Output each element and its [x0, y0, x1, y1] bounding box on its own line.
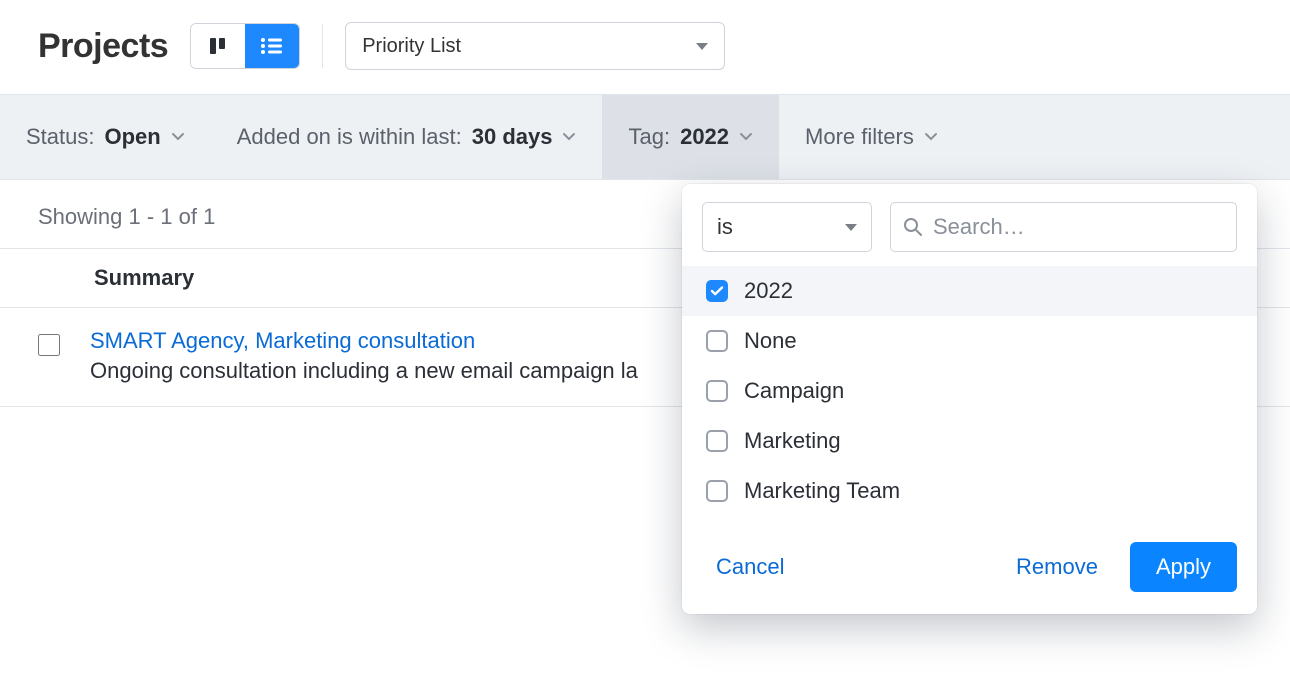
filter-added-label: Added on is within last: — [237, 124, 462, 150]
filter-status[interactable]: Status: Open — [0, 95, 211, 179]
caret-down-icon — [696, 43, 708, 50]
row-content: SMART Agency, Marketing consultation Ong… — [90, 328, 638, 384]
filter-bar: Status: Open Added on is within last: 30… — [0, 94, 1290, 180]
header-row: Projects Priority List — [0, 0, 1290, 94]
tag-search-input[interactable] — [933, 214, 1224, 240]
chevron-down-icon — [562, 130, 576, 144]
checkbox-icon — [706, 280, 728, 302]
list-icon — [260, 36, 284, 56]
tag-filter-panel: is 2022 None Campaign Marketing Marketin… — [682, 184, 1257, 614]
list-selector[interactable]: Priority List — [345, 22, 725, 70]
list-view-button[interactable] — [245, 24, 299, 68]
view-toggle — [190, 23, 300, 69]
filter-status-value: Open — [104, 124, 160, 150]
tag-option-label: Marketing Team — [744, 478, 900, 504]
remove-button[interactable]: Remove — [1016, 554, 1098, 580]
search-icon — [903, 217, 923, 237]
filter-more[interactable]: More filters — [779, 95, 964, 179]
row-checkbox[interactable] — [38, 334, 60, 356]
checkbox-icon — [706, 380, 728, 402]
operator-label: is — [717, 214, 733, 240]
board-view-button[interactable] — [191, 24, 245, 68]
filter-added-on[interactable]: Added on is within last: 30 days — [211, 95, 603, 179]
tag-option[interactable]: Campaign — [682, 366, 1257, 416]
cancel-button[interactable]: Cancel — [716, 554, 784, 580]
caret-down-icon — [845, 224, 857, 231]
checkbox-icon — [706, 430, 728, 452]
chevron-down-icon — [171, 130, 185, 144]
divider — [322, 24, 323, 68]
tag-search-wrap — [890, 202, 1237, 252]
tag-option[interactable]: Marketing — [682, 416, 1257, 466]
tag-option[interactable]: Marketing Team — [682, 466, 1257, 516]
chevron-down-icon — [924, 130, 938, 144]
checkbox-icon — [706, 330, 728, 352]
panel-footer: Cancel Remove Apply — [682, 522, 1257, 596]
tag-option-label: 2022 — [744, 278, 793, 304]
panel-controls: is — [682, 202, 1257, 266]
filter-tag-value: 2022 — [680, 124, 729, 150]
chevron-down-icon — [739, 130, 753, 144]
operator-select[interactable]: is — [702, 202, 872, 252]
page-title: Projects — [38, 27, 168, 66]
tag-option-label: Marketing — [744, 428, 841, 454]
board-icon — [208, 36, 228, 56]
tag-option-label: Campaign — [744, 378, 844, 404]
row-description: Ongoing consultation including a new ema… — [90, 358, 638, 384]
filter-status-label: Status: — [26, 124, 94, 150]
checkbox-icon — [706, 480, 728, 502]
filter-tag-label: Tag: — [628, 124, 670, 150]
filter-more-label: More filters — [805, 124, 914, 150]
apply-button[interactable]: Apply — [1130, 542, 1237, 592]
list-selector-label: Priority List — [362, 35, 461, 58]
row-title-link[interactable]: SMART Agency, Marketing consultation — [90, 328, 638, 354]
filter-tag[interactable]: Tag: 2022 — [602, 95, 779, 179]
tag-option[interactable]: None — [682, 316, 1257, 366]
tag-option[interactable]: 2022 — [682, 266, 1257, 316]
tag-option-label: None — [744, 328, 797, 354]
filter-added-value: 30 days — [472, 124, 553, 150]
